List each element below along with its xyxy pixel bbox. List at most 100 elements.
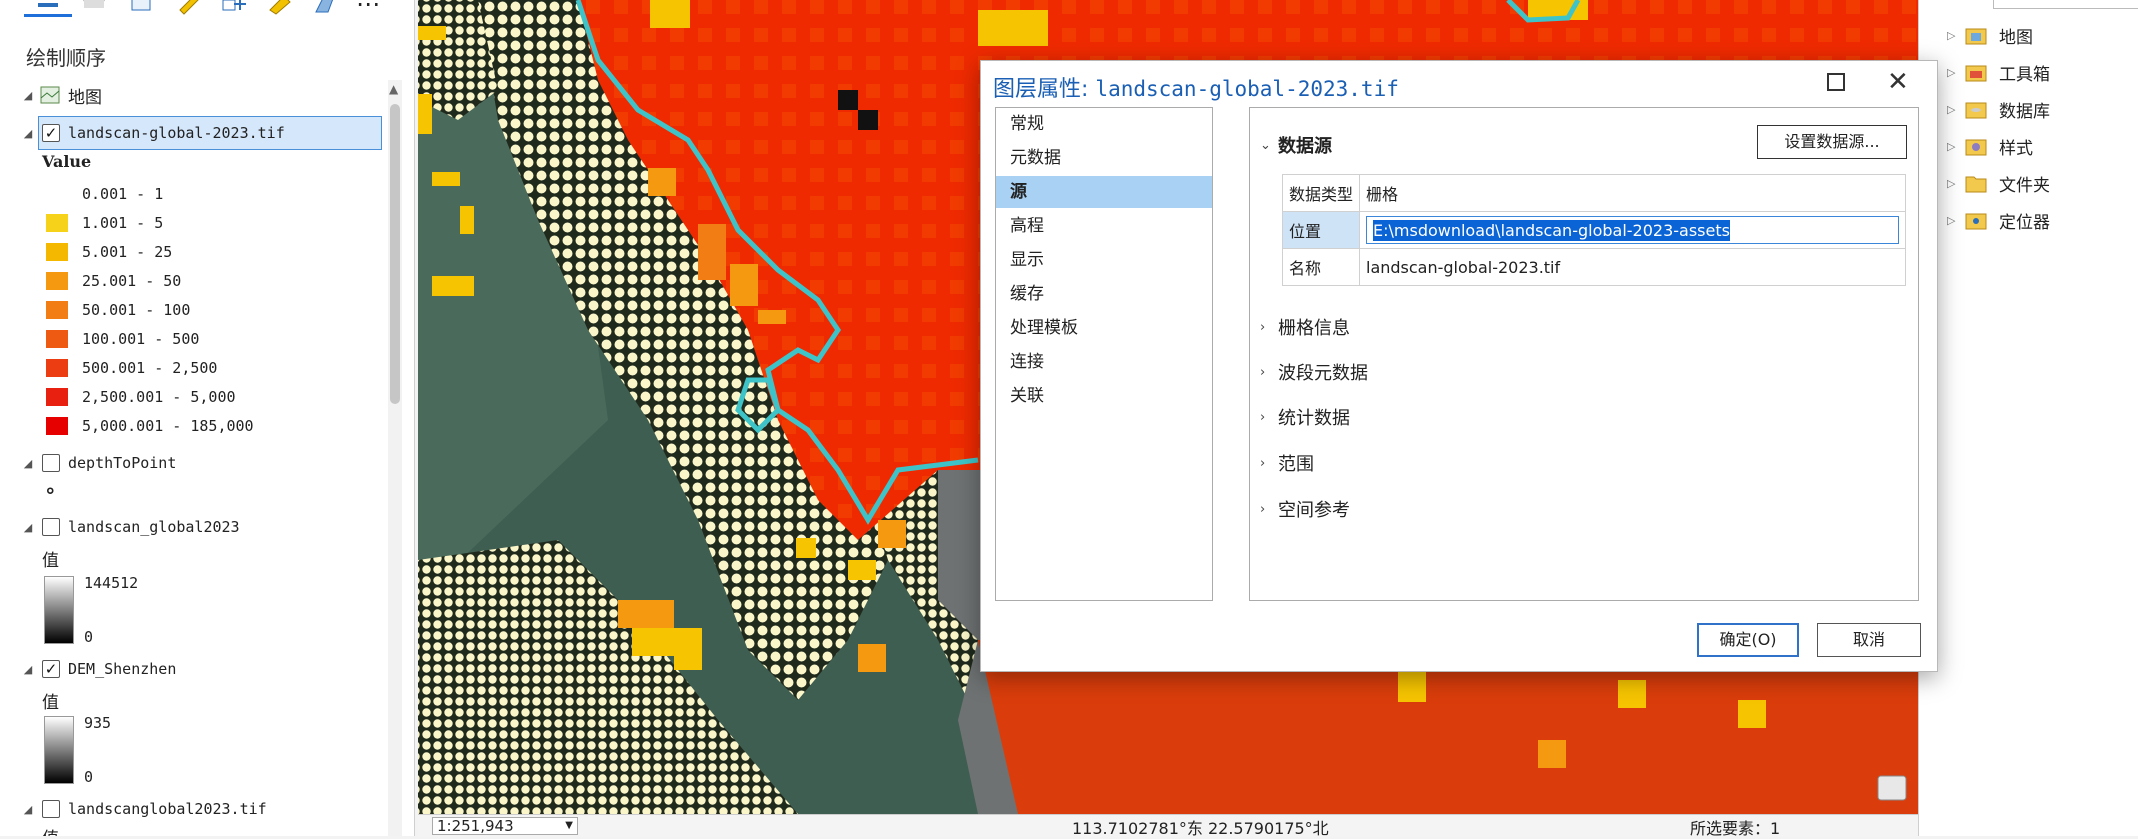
layer-row-landscan-global2023[interactable]: ◢ landscan_global2023	[20, 514, 240, 540]
list-by-labeling-icon[interactable]	[266, 0, 294, 16]
ramp-high-label: 144512	[84, 574, 139, 592]
layer-visibility-checkbox[interactable]	[42, 518, 60, 536]
list-by-perspective-icon[interactable]	[312, 0, 340, 16]
legend-class: 100.001 - 500	[46, 328, 199, 350]
expand-collapse-icon[interactable]: ◢	[20, 661, 36, 677]
catalog-pane: ▷ 地图 ▷ 工具箱 ▷ 数据库 ▷ 样式 ▷ 文件夹 ▷ 定位器	[1918, 0, 2138, 836]
row-key: 名称	[1282, 248, 1360, 286]
section-statistics[interactable]: › 统计数据	[1260, 404, 1350, 430]
location-value: E:\msdownload\landscan-global-2023-asset…	[1373, 220, 1730, 241]
legend-class: 5,000.001 - 185,000	[46, 415, 254, 437]
style-folder-icon	[1965, 139, 1987, 156]
chevron-right-icon[interactable]: ▷	[1947, 103, 1965, 116]
nav-processing-templates[interactable]: 处理模板	[996, 312, 1212, 344]
location-field[interactable]: E:\msdownload\landscan-global-2023-asset…	[1366, 216, 1899, 244]
nav-elevation[interactable]: 高程	[996, 210, 1212, 242]
nav-source[interactable]: 源	[996, 176, 1212, 208]
ok-button[interactable]: 确定(O)	[1697, 623, 1799, 657]
catalog-item-databases[interactable]: ▷ 数据库	[1947, 96, 2050, 122]
catalog-item-folders[interactable]: ▷ 文件夹	[1947, 170, 2050, 196]
database-folder-icon	[1965, 102, 1987, 119]
scale-dropdown[interactable]: 1:251,943 ▼	[432, 817, 578, 835]
layer-visibility-checkbox[interactable]: ✓	[42, 124, 60, 142]
section-extent[interactable]: › 范围	[1260, 450, 1314, 476]
legend-swatch	[46, 417, 68, 435]
layer-visibility-checkbox[interactable]: ✓	[42, 660, 60, 678]
cancel-button[interactable]: 取消	[1817, 623, 1921, 657]
row-value: landscan-global-2023.tif	[1359, 248, 1906, 286]
nav-metadata[interactable]: 元数据	[996, 142, 1212, 174]
catalog-item-label: 定位器	[1999, 212, 2050, 233]
nav-relates[interactable]: 关联	[996, 380, 1212, 412]
catalog-item-locators[interactable]: ▷ 定位器	[1947, 207, 2050, 233]
legend-class: 25.001 - 50	[46, 270, 181, 292]
legend-class: 0.001 - 1	[46, 183, 163, 205]
row-value: 栅格	[1359, 174, 1906, 212]
catalog-item-maps[interactable]: ▷ 地图	[1947, 22, 2033, 48]
layer-name: landscan-global-2023.tif	[68, 124, 285, 142]
data-source-table: 数据类型 栅格 位置 E:\msdownload\landscan-global…	[1282, 174, 1906, 286]
section-band-metadata[interactable]: › 波段元数据	[1260, 359, 1368, 385]
list-by-snapping-icon[interactable]	[220, 0, 248, 16]
selected-features-count[interactable]: 所选要素：1	[1690, 815, 1780, 839]
layer-name: DEM_Shenzhen	[68, 660, 177, 678]
legend-label: 1.001 - 5	[82, 214, 164, 232]
catalog-item-styles[interactable]: ▷ 样式	[1947, 133, 2033, 159]
expand-collapse-icon[interactable]: ◢	[20, 87, 36, 103]
chevron-right-icon[interactable]: ▷	[1947, 140, 1965, 153]
expand-collapse-icon[interactable]: ◢	[20, 455, 36, 471]
set-data-source-button[interactable]: 设置数据源...	[1757, 125, 1907, 159]
expand-collapse-icon[interactable]: ◢	[20, 801, 36, 817]
list-by-selection-icon[interactable]	[128, 0, 156, 16]
nav-joins[interactable]: 连接	[996, 346, 1212, 378]
layer-visibility-checkbox[interactable]	[42, 800, 60, 818]
layer-name: depthToPoint	[68, 454, 177, 472]
map-root-row[interactable]: ◢ 地图	[20, 82, 102, 108]
map-widget-icon[interactable]	[1877, 775, 1907, 801]
layer-row-landscan-global-2023[interactable]: ◢ ✓ landscan-global-2023.tif	[20, 120, 285, 146]
chevron-right-icon[interactable]: ▷	[1947, 66, 1965, 79]
chevron-right-icon[interactable]: ▷	[1947, 177, 1965, 190]
nav-general[interactable]: 常规	[996, 108, 1212, 140]
layer-row-depthToPoint[interactable]: ◢ depthToPoint	[20, 450, 176, 476]
nav-cache[interactable]: 缓存	[996, 278, 1212, 310]
legend-class: 5.001 - 25	[46, 241, 172, 263]
map-label: 地图	[68, 87, 102, 108]
section-raster-information[interactable]: › 栅格信息	[1260, 314, 1350, 340]
row-key: 位置	[1282, 211, 1360, 249]
list-by-editing-icon[interactable]	[174, 0, 202, 16]
section-title: 波段元数据	[1278, 363, 1368, 384]
legend-heading: 值	[42, 824, 59, 836]
legend-swatch	[46, 272, 68, 290]
close-button[interactable]: ✕	[1887, 69, 1909, 95]
chevron-right-icon: ›	[1260, 455, 1266, 471]
legend-label: 0.001 - 1	[82, 185, 164, 203]
ramp-low-label: 0	[84, 628, 94, 646]
layer-row-dem-shenzhen[interactable]: ◢ ✓ DEM_Shenzhen	[20, 656, 176, 682]
scroll-up-icon[interactable]: ▲	[389, 82, 398, 96]
section-data-source[interactable]: ⌄ 数据源	[1260, 132, 1332, 158]
more-options-icon[interactable]: ⋯	[356, 0, 384, 18]
catalog-item-toolboxes[interactable]: ▷ 工具箱	[1947, 59, 2050, 85]
section-spatial-reference[interactable]: › 空间参考	[1260, 496, 1350, 522]
chevron-right-icon[interactable]: ▷	[1947, 29, 1965, 42]
chevron-down-icon: ▼	[565, 820, 573, 831]
expand-collapse-icon[interactable]: ◢	[20, 125, 36, 141]
layer-visibility-checkbox[interactable]	[42, 454, 60, 472]
layer-row-landscanglobal2023[interactable]: ◢ landscanglobal2023.tif	[20, 796, 267, 822]
legend-label: 500.001 - 2,500	[82, 359, 218, 377]
catalog-search-input[interactable]	[1993, 0, 2138, 9]
pane-title: 绘制顺序	[26, 46, 106, 70]
maximize-button[interactable]	[1827, 73, 1845, 91]
list-by-source-icon[interactable]	[80, 0, 108, 16]
section-title: 数据源	[1278, 136, 1332, 157]
scrollbar-thumb[interactable]	[390, 104, 400, 404]
legend-heading: Value	[42, 152, 92, 171]
legend-label: 5.001 - 25	[82, 243, 173, 261]
expand-collapse-icon[interactable]: ◢	[20, 519, 36, 535]
legend-swatch	[46, 214, 68, 232]
stretch-color-ramp	[44, 576, 74, 644]
ramp-high-label: 935	[84, 714, 112, 732]
nav-display[interactable]: 显示	[996, 244, 1212, 276]
chevron-right-icon[interactable]: ▷	[1947, 214, 1965, 227]
